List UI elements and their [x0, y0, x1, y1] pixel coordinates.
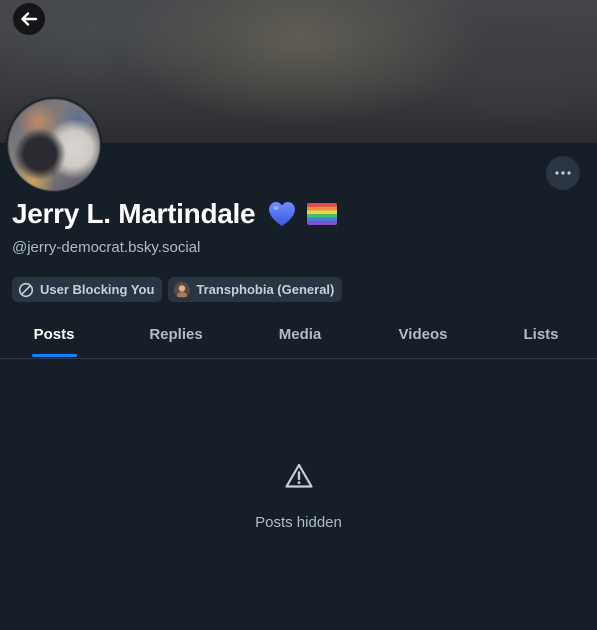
label-text: User Blocking You — [40, 282, 155, 297]
label-transphobia[interactable]: Transphobia (General) — [168, 277, 343, 302]
tab-media[interactable]: Media — [279, 326, 322, 343]
ellipsis-icon — [555, 171, 571, 175]
labeler-avatar-icon — [174, 281, 191, 298]
back-button[interactable] — [13, 3, 45, 35]
tab-replies[interactable]: Replies — [149, 326, 202, 343]
profile-tabs: Posts Replies Media Videos Lists — [0, 314, 597, 359]
tab-videos[interactable]: Videos — [399, 326, 448, 343]
user-handle: @jerry-democrat.bsky.social — [12, 239, 201, 256]
label-user-blocking-you[interactable]: User Blocking You — [12, 277, 163, 302]
active-tab-indicator — [32, 354, 77, 357]
rainbow-flag-icon — [307, 203, 338, 225]
profile-page: Jerry L. Martindale @jerry-democrat.bsky… — [0, 0, 597, 630]
avatar[interactable] — [6, 97, 102, 193]
name-row: Jerry L. Martindale — [12, 198, 338, 230]
posts-hidden-text: Posts hidden — [255, 514, 342, 531]
label-text: Transphobia (General) — [196, 282, 335, 297]
posts-hidden-notice: Posts hidden — [0, 462, 597, 531]
tab-posts[interactable]: Posts — [34, 326, 75, 343]
display-name: Jerry L. Martindale — [12, 198, 256, 229]
arrow-left-icon — [21, 12, 38, 26]
warning-icon — [284, 463, 313, 488]
more-options-button[interactable] — [546, 156, 580, 190]
tab-lists[interactable]: Lists — [523, 326, 558, 343]
moderation-labels: User Blocking You Transphobia (General) — [12, 277, 343, 302]
block-icon — [18, 282, 34, 297]
blue-heart-icon — [269, 202, 296, 226]
